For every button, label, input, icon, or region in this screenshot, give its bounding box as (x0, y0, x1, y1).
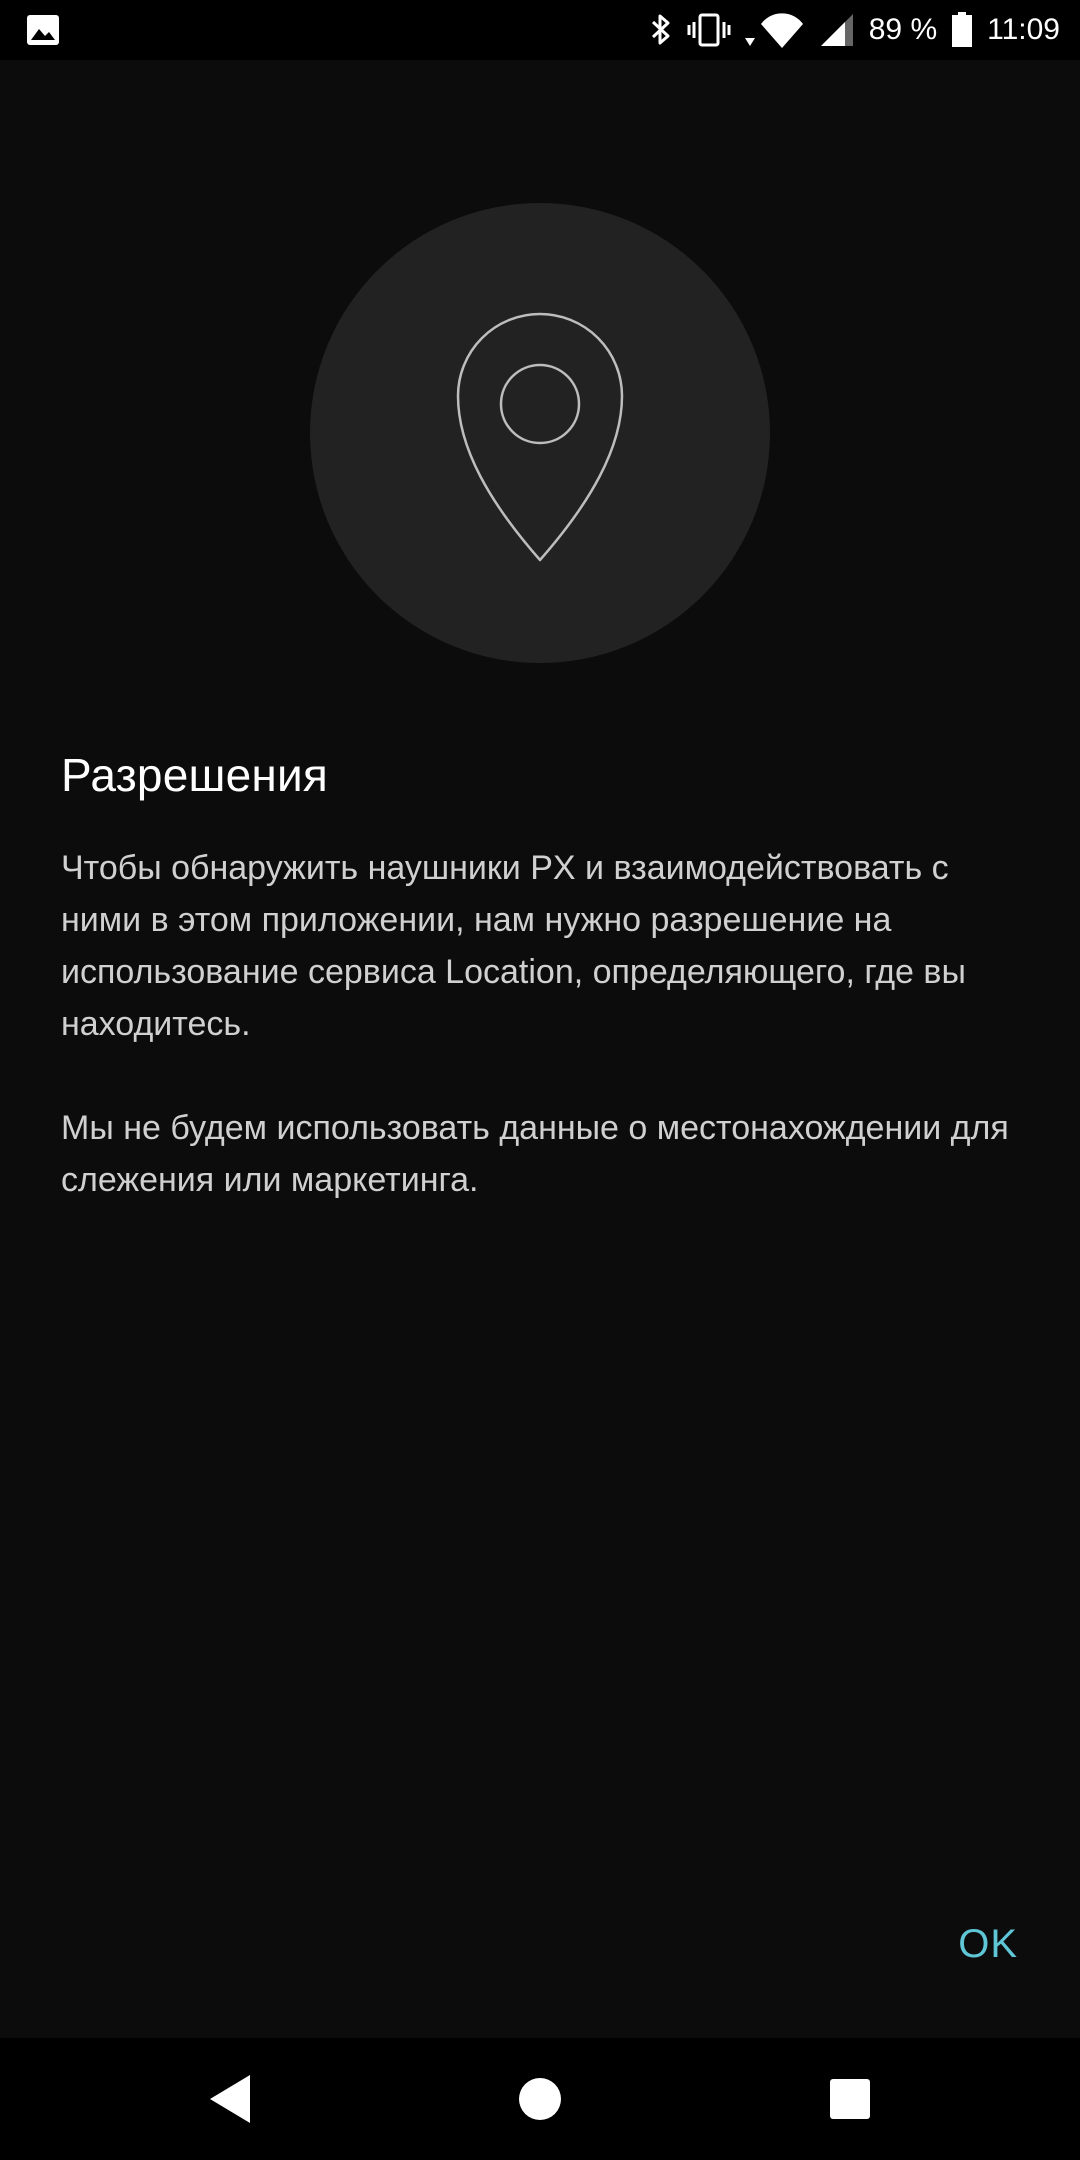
battery-percent: 89 % (868, 13, 938, 46)
home-icon (519, 2078, 561, 2120)
status-bar: 89 % 11:09 (0, 0, 1080, 60)
cell-signal-icon (819, 12, 855, 48)
bluetooth-icon (649, 12, 673, 48)
wifi-icon (744, 10, 805, 50)
recents-icon (830, 2079, 870, 2119)
dialog-body: Чтобы обнаружить наушники PX и взаимодей… (61, 842, 1031, 1206)
back-button[interactable] (190, 2038, 270, 2160)
permission-explanation: Чтобы обнаружить наушники PX и взаимодей… (61, 849, 966, 1043)
permission-screen: 89 % 11:09 Разрешения Чтобы обнаружить н… (0, 0, 1080, 2160)
clock: 11:09 (987, 13, 1060, 46)
home-button[interactable] (500, 2038, 580, 2160)
location-pin-icon (456, 312, 624, 562)
navigation-bar (0, 2038, 1080, 2160)
back-icon (210, 2075, 250, 2123)
ok-button[interactable]: OK (956, 1916, 1020, 1973)
vibrate-icon (687, 12, 731, 48)
hero-illustration (310, 203, 770, 663)
battery-icon (951, 12, 973, 48)
image-icon (26, 13, 60, 52)
recents-button[interactable] (810, 2038, 890, 2160)
privacy-note: Мы не будем использовать данные о местон… (61, 1109, 1009, 1199)
dialog-title: Разрешения (61, 749, 328, 801)
